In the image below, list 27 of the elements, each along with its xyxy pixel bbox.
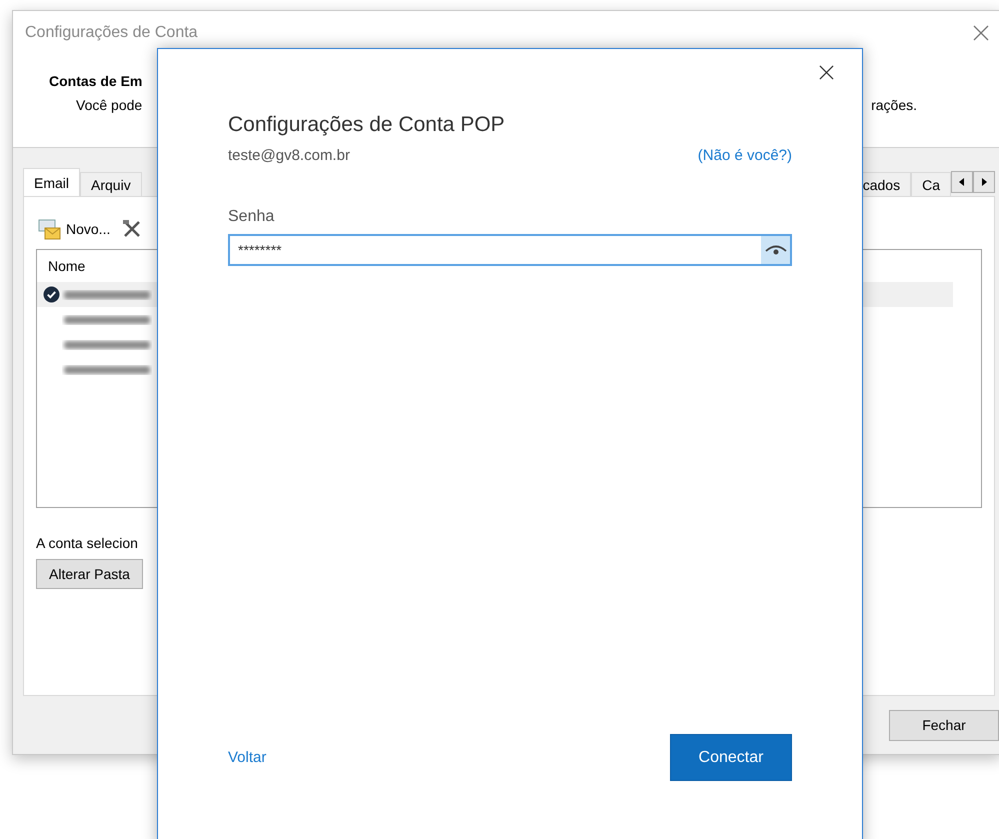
window-title: Configurações de Conta <box>25 24 198 42</box>
close-icon <box>819 65 834 80</box>
not-you-link[interactable]: (Não é você?) <box>698 147 792 164</box>
description-text: Você pode <box>76 97 142 113</box>
back-link[interactable]: Voltar <box>228 749 266 766</box>
tab[interactable]: Arquiv <box>80 172 142 196</box>
tools-icon[interactable] <box>122 219 142 239</box>
column-header: Nome <box>47 258 86 276</box>
scroll-right-button[interactable] <box>973 171 995 193</box>
envelope-icon <box>38 218 62 240</box>
tab[interactable]: Email <box>23 168 80 196</box>
scroll-left-button[interactable] <box>951 171 973 193</box>
check-circle-icon <box>43 286 60 303</box>
connect-button[interactable]: Conectar <box>670 734 792 781</box>
change-folder-button[interactable]: Alterar Pasta <box>36 559 143 589</box>
left-arrow-icon <box>959 178 965 186</box>
dialog-title: Configurações de Conta POP <box>228 113 506 137</box>
right-arrow-icon <box>981 178 987 186</box>
description-text: rações. <box>871 97 917 113</box>
account-email: teste@gv8.com.br <box>228 147 350 164</box>
password-label: Senha <box>228 208 276 226</box>
close-button[interactable]: Fechar <box>889 710 999 740</box>
selected-account-text: A conta selecion <box>36 535 139 551</box>
section-heading: Contas de Em <box>49 73 144 89</box>
tab[interactable]: Ca <box>911 172 951 196</box>
new-button[interactable]: Novo... <box>36 216 112 242</box>
close-icon <box>973 25 989 41</box>
